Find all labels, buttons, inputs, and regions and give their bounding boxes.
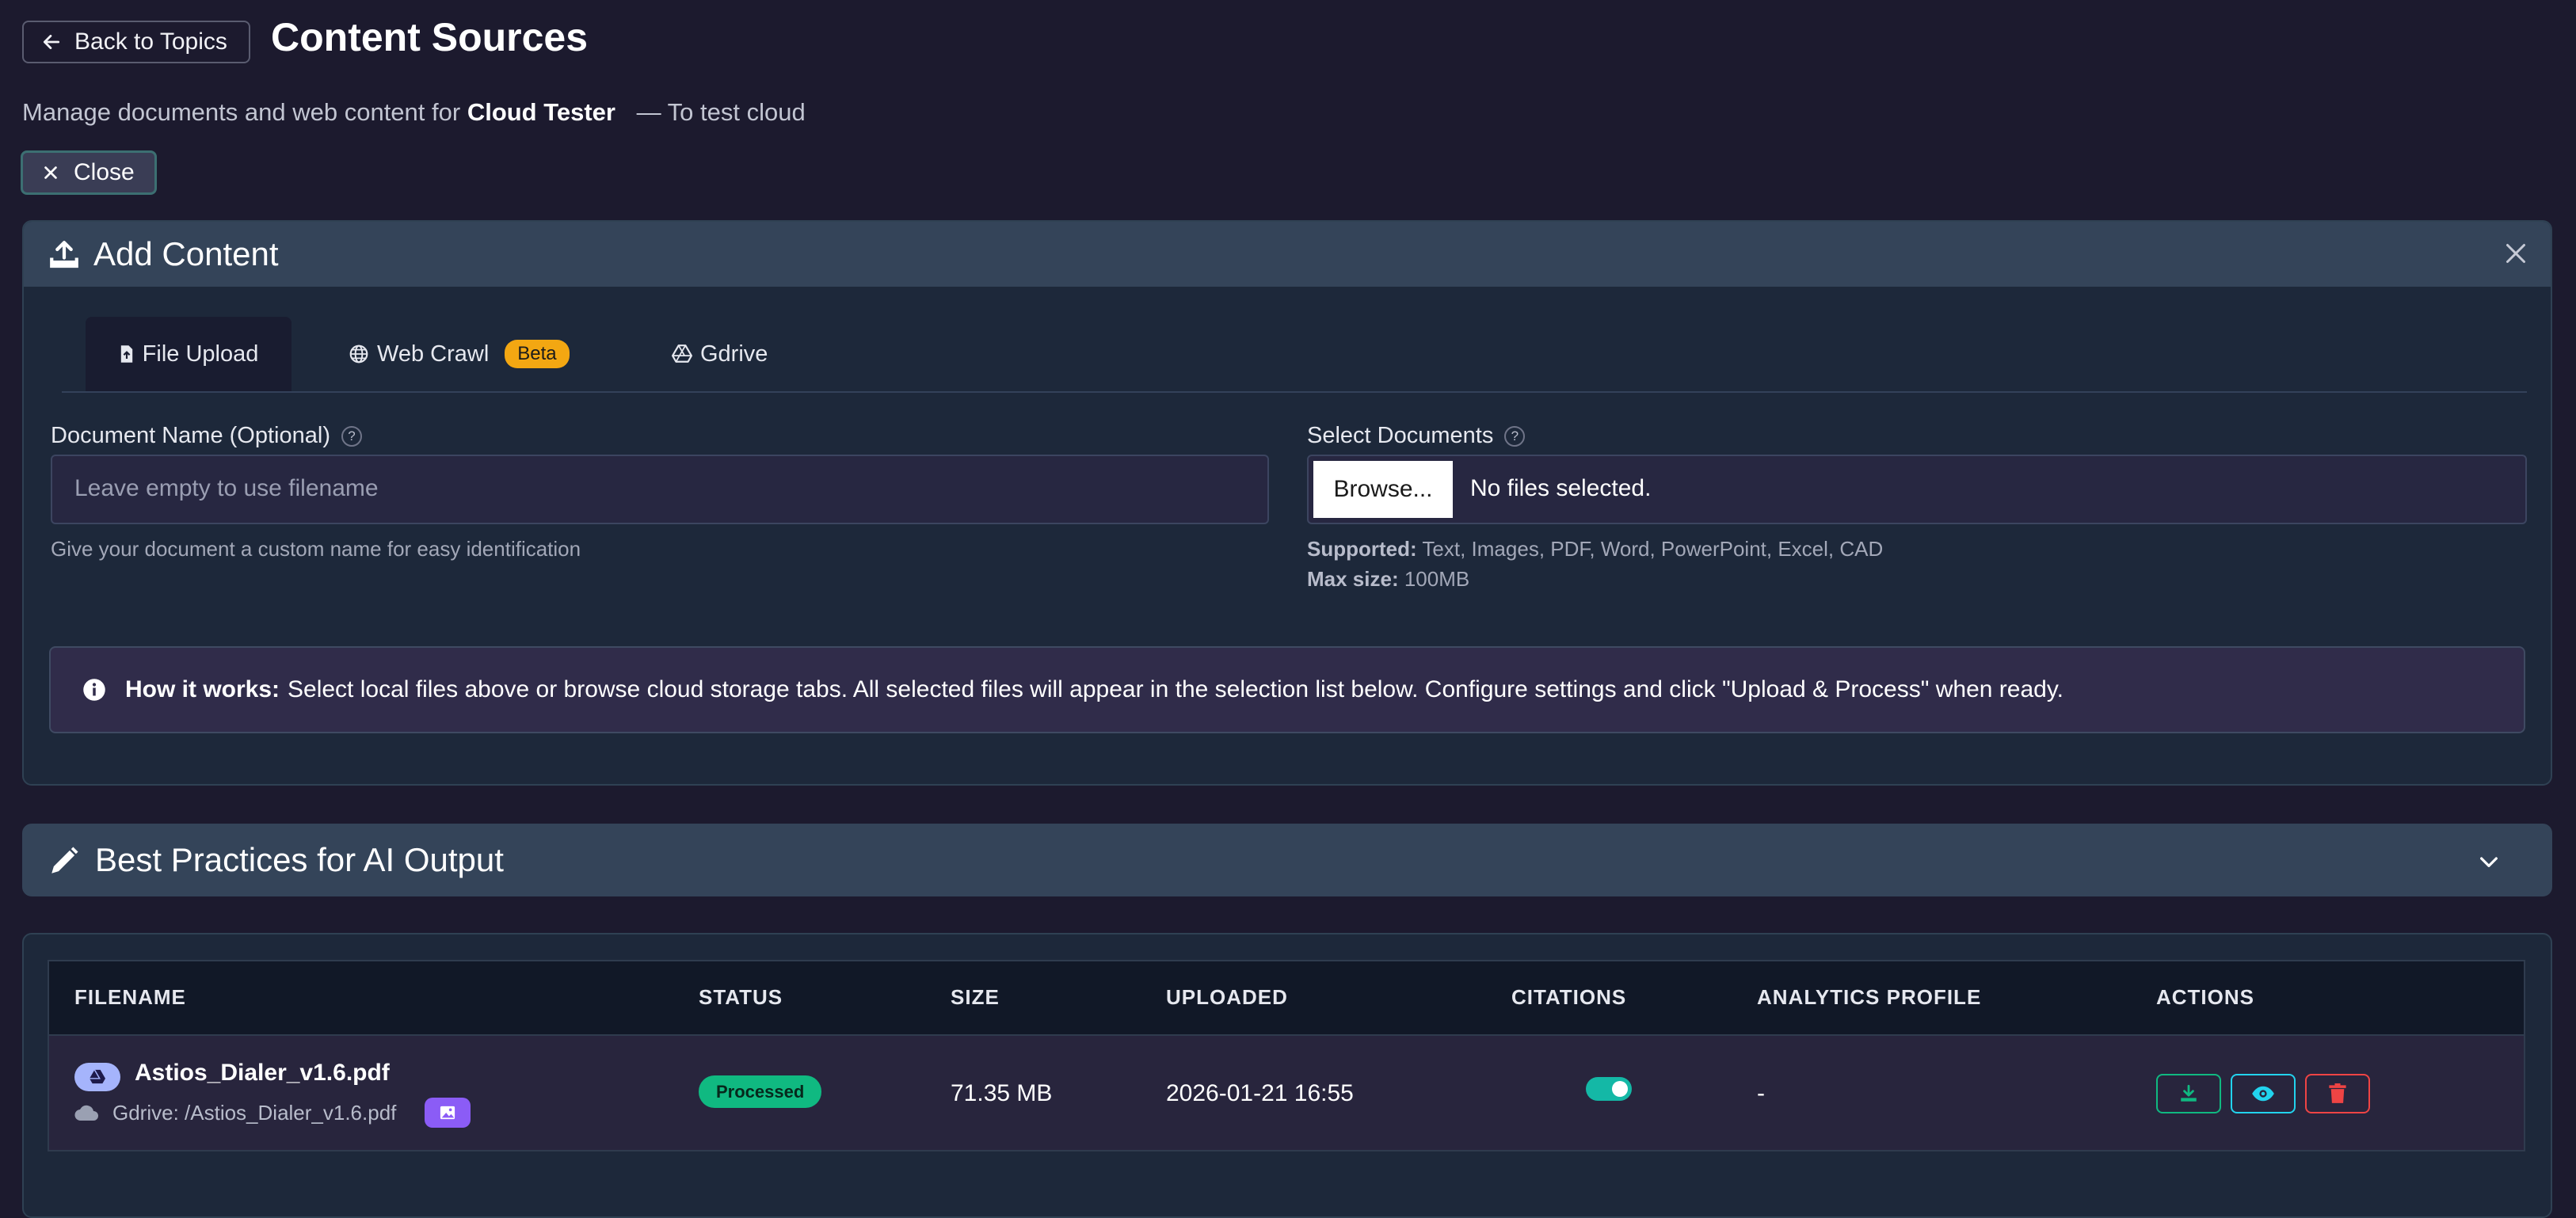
image-badge: [425, 1098, 471, 1128]
view-button[interactable]: [2231, 1074, 2296, 1113]
max-size-label: Max size:: [1307, 567, 1399, 591]
supported-label: Supported:: [1307, 537, 1417, 561]
select-documents-label: Select Documents ?: [1307, 423, 1526, 449]
page-subtitle: Manage documents and web content for Clo…: [22, 98, 806, 127]
cloud-icon: [74, 1105, 98, 1121]
how-it-works-box: How it works: Select local files above o…: [49, 646, 2525, 733]
col-size: SIZE: [951, 985, 1000, 1009]
trash-icon: [2329, 1083, 2346, 1103]
close-panel-icon[interactable]: [2502, 239, 2530, 268]
close-label: Close: [74, 159, 135, 185]
status-badge: Processed: [699, 1075, 822, 1108]
eye-icon: [2252, 1086, 2274, 1102]
back-to-topics-label: Back to Topics: [74, 29, 227, 55]
help-icon[interactable]: ?: [341, 425, 362, 447]
max-size-value: 100MB: [1404, 567, 1470, 591]
back-to-topics-button[interactable]: Back to Topics: [22, 21, 250, 63]
document-name-input[interactable]: Leave empty to use filename: [51, 455, 1269, 524]
col-citations: CITATIONS: [1511, 985, 1627, 1009]
content-tabs: File Upload Web Crawl Beta Gdrive: [62, 317, 2527, 393]
col-filename: FILENAME: [74, 985, 186, 1009]
download-icon: [2181, 1084, 2197, 1102]
image-icon: [440, 1106, 455, 1120]
close-button[interactable]: Close: [21, 150, 157, 195]
how-it-works-text: Select local files above or browse cloud…: [288, 676, 2063, 702]
close-icon: [44, 166, 57, 179]
file-input[interactable]: Browse... No files selected.: [1307, 455, 2527, 524]
gdrive-icon: [90, 1069, 105, 1084]
chevron-down-icon[interactable]: [2476, 849, 2502, 874]
analytics-profile-value: -: [1757, 1080, 1765, 1106]
best-practices-panel[interactable]: Best Practices for AI Output: [22, 824, 2552, 896]
tab-file-upload-label: File Upload: [142, 341, 259, 367]
topic-description: — To test cloud: [636, 98, 806, 126]
max-size: Max size: 100MB: [1307, 567, 1469, 592]
document-name-label: Document Name (Optional) ?: [51, 423, 362, 449]
uploaded-date: 2026-01-21 16:55: [1166, 1080, 1354, 1106]
col-status: STATUS: [699, 985, 783, 1009]
file-selection-status: No files selected.: [1470, 475, 1652, 501]
upload-icon: [50, 241, 78, 268]
globe-icon: [349, 344, 368, 363]
best-practices-title: Best Practices for AI Output: [95, 841, 504, 878]
file-source-path: Gdrive: /Astios_Dialer_v1.6.pdf: [112, 1101, 397, 1125]
tab-file-upload[interactable]: File Upload: [86, 317, 292, 391]
file-size: 71.35 MB: [951, 1080, 1053, 1106]
table-header: FILENAME STATUS SIZE UPLOADED CITATIONS …: [48, 960, 2525, 1036]
col-actions: ACTIONS: [2156, 985, 2254, 1009]
table-row: Astios_Dialer_v1.6.pdf Gdrive: /Astios_D…: [48, 1036, 2525, 1151]
content-table-panel: FILENAME STATUS SIZE UPLOADED CITATIONS …: [22, 933, 2552, 1218]
beta-badge: Beta: [505, 340, 570, 368]
arrow-left-icon: [43, 35, 60, 49]
document-name-label-text: Document Name (Optional): [51, 423, 330, 448]
supported-formats: Supported: Text, Images, PDF, Word, Powe…: [1307, 537, 1883, 561]
tab-gdrive-label: Gdrive: [700, 341, 768, 367]
add-content-panel: Add Content File Upload Web Crawl Beta G…: [22, 220, 2552, 786]
help-icon[interactable]: ?: [1504, 425, 1526, 447]
col-uploaded: UPLOADED: [1166, 985, 1288, 1009]
gdrive-source-badge: [74, 1063, 120, 1091]
subtitle-prefix: Manage documents and web content for: [22, 98, 461, 126]
supported-value: Text, Images, PDF, Word, PowerPoint, Exc…: [1422, 537, 1884, 561]
info-icon: [83, 679, 105, 701]
pencil-icon: [51, 847, 78, 874]
add-content-header: Add Content: [24, 222, 2551, 287]
delete-button[interactable]: [2305, 1074, 2370, 1113]
tab-web-crawl-label: Web Crawl: [377, 341, 490, 367]
page-title: Content Sources: [271, 15, 589, 59]
col-analytics-profile: ANALYTICS PROFILE: [1757, 985, 1982, 1009]
citations-toggle[interactable]: [1586, 1077, 1632, 1101]
file-name[interactable]: Astios_Dialer_v1.6.pdf: [135, 1060, 390, 1087]
download-button[interactable]: [2156, 1074, 2221, 1113]
how-it-works-label: How it works:: [125, 676, 280, 702]
file-icon: [120, 345, 132, 363]
select-documents-label-text: Select Documents: [1307, 423, 1494, 448]
document-name-hint: Give your document a custom name for eas…: [51, 537, 581, 561]
gdrive-icon: [672, 344, 692, 363]
tab-web-crawl[interactable]: Web Crawl Beta: [349, 317, 570, 391]
tab-gdrive[interactable]: Gdrive: [672, 317, 768, 391]
browse-button[interactable]: Browse...: [1313, 461, 1453, 518]
add-content-title: Add Content: [93, 235, 279, 272]
document-name-placeholder: Leave empty to use filename: [74, 475, 379, 501]
topic-name: Cloud Tester: [467, 98, 615, 126]
